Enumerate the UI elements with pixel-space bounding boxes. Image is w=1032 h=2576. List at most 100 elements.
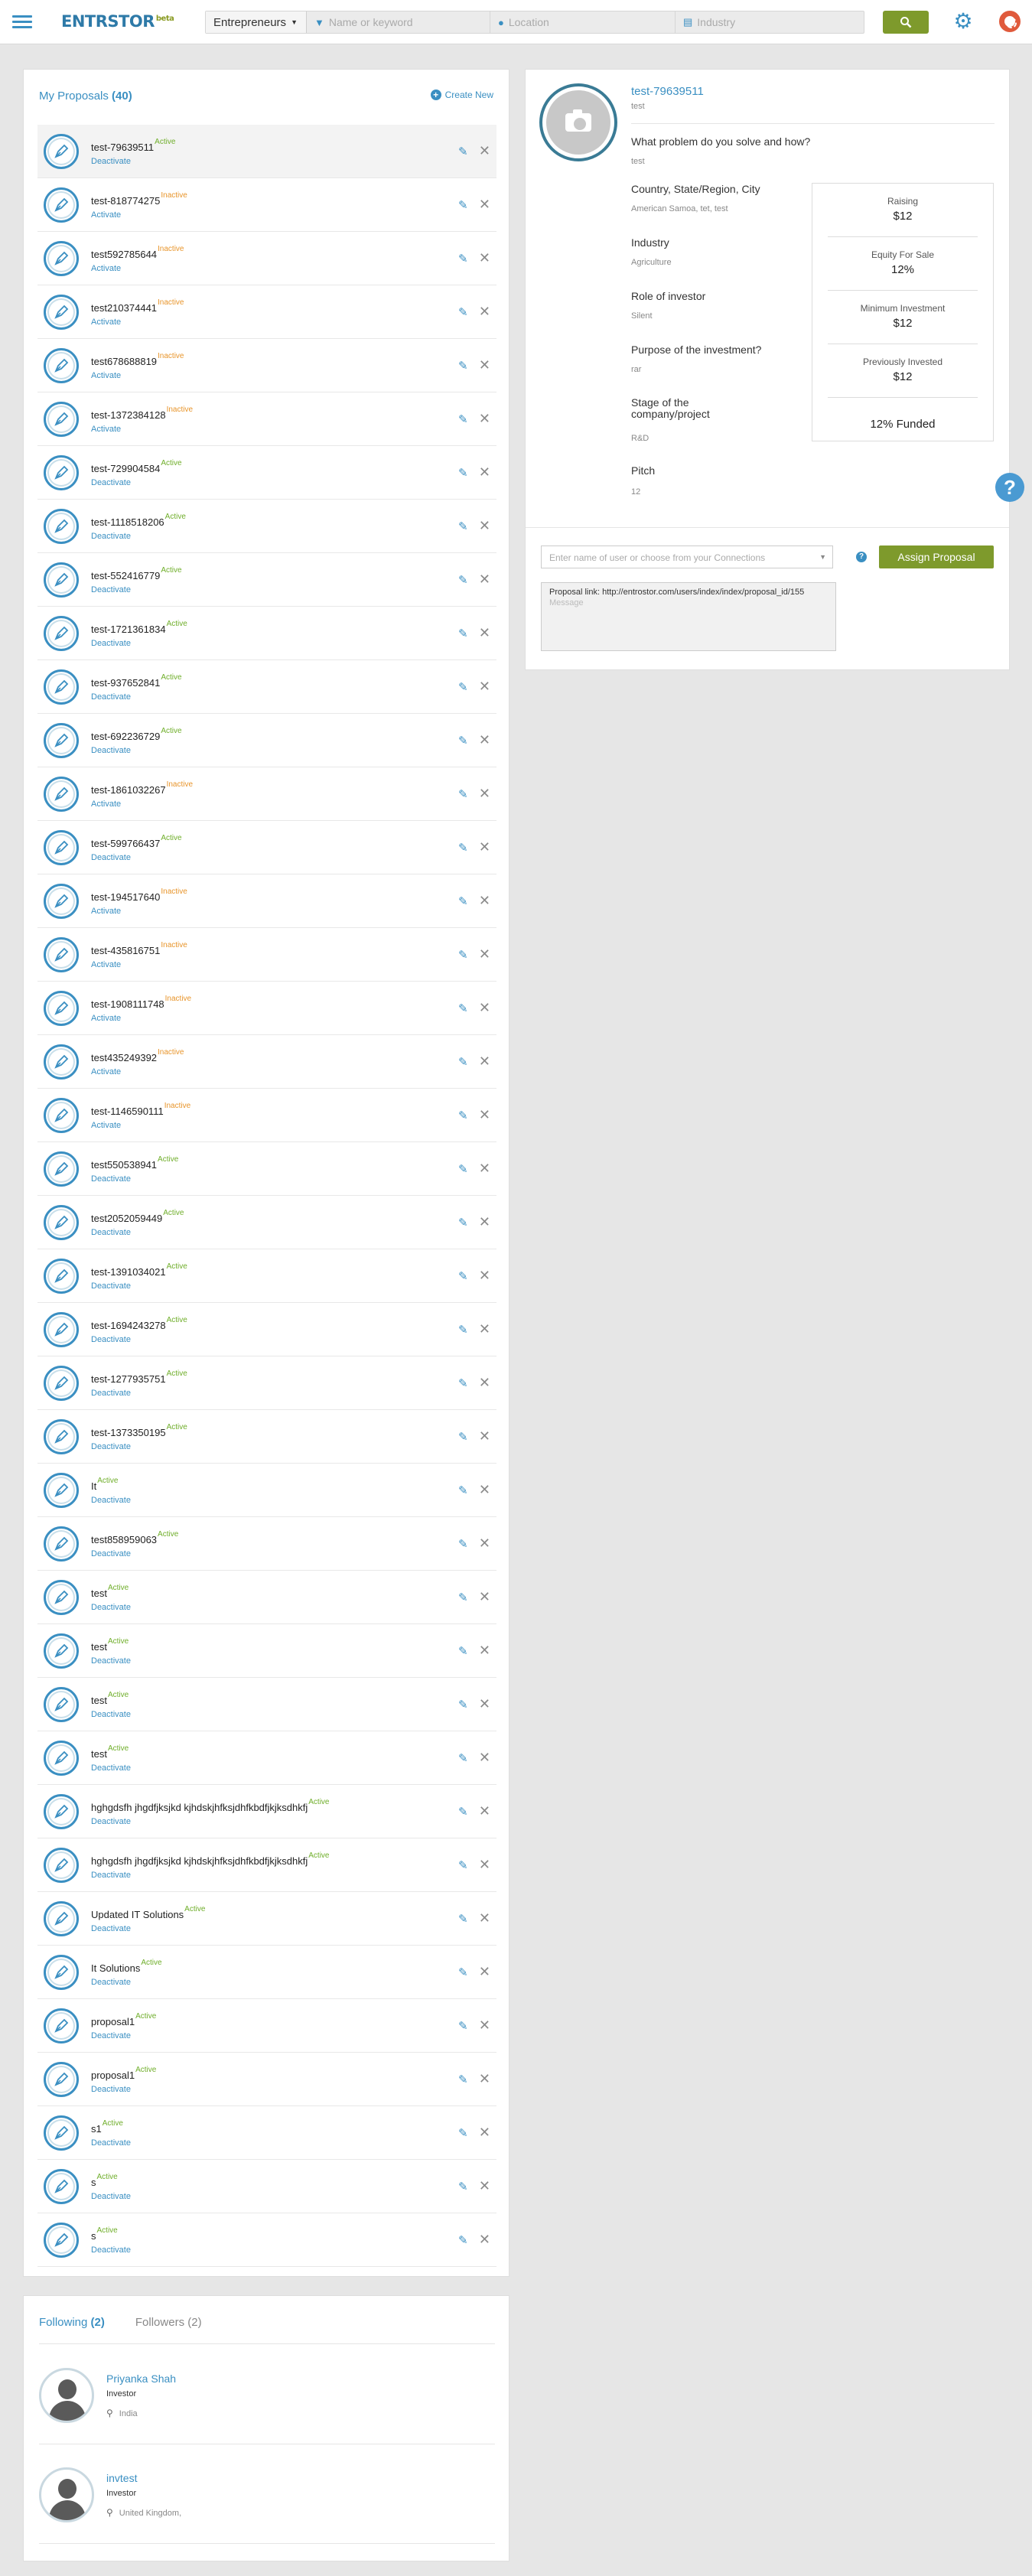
edit-icon[interactable]: ✎ bbox=[458, 1483, 470, 1497]
edit-icon[interactable]: ✎ bbox=[458, 1162, 470, 1176]
proposal-name[interactable]: test210374441Inactive bbox=[91, 298, 184, 314]
avatar[interactable] bbox=[39, 2467, 94, 2522]
toggle-status-link[interactable]: Activate bbox=[91, 210, 121, 220]
close-icon[interactable]: ✕ bbox=[479, 1910, 490, 1926]
follow-name[interactable]: invtest bbox=[106, 2472, 137, 2484]
proposal-row[interactable]: test-1277935751Active Deactivate ✎ ✕ bbox=[37, 1356, 496, 1410]
proposal-row[interactable]: testActive Deactivate ✎ ✕ bbox=[37, 1624, 496, 1678]
proposal-name[interactable]: test-1118518206Active bbox=[91, 513, 186, 528]
toggle-status-link[interactable]: Deactivate bbox=[91, 157, 131, 166]
toggle-status-link[interactable]: Deactivate bbox=[91, 2245, 131, 2255]
toggle-status-link[interactable]: Activate bbox=[91, 318, 121, 327]
toggle-status-link[interactable]: Activate bbox=[91, 1014, 121, 1023]
proposal-name[interactable]: hghgdsfh jhgdfjksjkd kjhdskjhfksjdhfkbdf… bbox=[91, 1798, 330, 1813]
keyword-input[interactable]: ▼ Name or keyword bbox=[307, 11, 490, 33]
close-icon[interactable]: ✕ bbox=[479, 1750, 490, 1766]
toggle-status-link[interactable]: Deactivate bbox=[91, 1549, 131, 1558]
proposal-row[interactable]: test-1861032267Inactive Activate ✎ ✕ bbox=[37, 767, 496, 821]
proposal-row[interactable]: testActive Deactivate ✎ ✕ bbox=[37, 1678, 496, 1731]
edit-icon[interactable]: ✎ bbox=[458, 145, 470, 158]
toggle-status-link[interactable]: Deactivate bbox=[91, 746, 131, 755]
toggle-status-link[interactable]: Deactivate bbox=[91, 1924, 131, 1933]
edit-icon[interactable]: ✎ bbox=[458, 1323, 470, 1337]
proposal-name[interactable]: testActive bbox=[91, 1691, 129, 1706]
close-icon[interactable]: ✕ bbox=[479, 732, 490, 748]
menu-icon[interactable] bbox=[12, 15, 32, 29]
edit-icon[interactable]: ✎ bbox=[458, 305, 470, 319]
close-icon[interactable]: ✕ bbox=[479, 1643, 490, 1659]
edit-icon[interactable]: ✎ bbox=[458, 359, 470, 373]
proposal-name[interactable]: Updated IT SolutionsActive bbox=[91, 1905, 205, 1920]
close-icon[interactable]: ✕ bbox=[479, 2178, 490, 2194]
close-icon[interactable]: ✕ bbox=[479, 786, 490, 802]
toggle-status-link[interactable]: Deactivate bbox=[91, 1656, 131, 1666]
proposal-row[interactable]: Updated IT SolutionsActive Deactivate ✎ ✕ bbox=[37, 1892, 496, 1946]
help-lifering-icon[interactable] bbox=[999, 11, 1021, 32]
proposal-row[interactable]: It SolutionsActive Deactivate ✎ ✕ bbox=[37, 1946, 496, 1999]
toggle-status-link[interactable]: Activate bbox=[91, 1067, 121, 1076]
search-button[interactable] bbox=[883, 11, 929, 34]
proposal-name[interactable]: test592785644Inactive bbox=[91, 245, 184, 260]
proposal-name[interactable]: test-1721361834Active bbox=[91, 620, 187, 635]
close-icon[interactable]: ✕ bbox=[479, 572, 490, 588]
edit-icon[interactable]: ✎ bbox=[458, 1751, 470, 1765]
proposal-name[interactable]: s1Active bbox=[91, 2119, 123, 2135]
toggle-status-link[interactable]: Deactivate bbox=[91, 1763, 131, 1773]
proposal-row[interactable]: hghgdsfh jhgdfjksjkd kjhdskjhfksjdhfkbdf… bbox=[37, 1785, 496, 1838]
toggle-status-link[interactable]: Deactivate bbox=[91, 478, 131, 487]
toggle-status-link[interactable]: Deactivate bbox=[91, 1281, 131, 1291]
edit-icon[interactable]: ✎ bbox=[458, 734, 470, 747]
proposal-row[interactable]: test-1908111748Inactive Activate ✎ ✕ bbox=[37, 982, 496, 1035]
proposal-title[interactable]: test-79639511 bbox=[631, 85, 704, 98]
proposal-row[interactable]: test2052059449Active Deactivate ✎ ✕ bbox=[37, 1196, 496, 1249]
proposal-name[interactable]: test-1277935751Active bbox=[91, 1369, 187, 1385]
close-icon[interactable]: ✕ bbox=[479, 411, 490, 427]
edit-icon[interactable]: ✎ bbox=[458, 198, 470, 212]
proposal-name[interactable]: test-1391034021Active bbox=[91, 1262, 187, 1278]
edit-icon[interactable]: ✎ bbox=[458, 948, 470, 962]
edit-icon[interactable]: ✎ bbox=[458, 1805, 470, 1819]
proposal-name[interactable]: ItActive bbox=[91, 1477, 118, 1492]
proposal-row[interactable]: test-435816751Inactive Activate ✎ ✕ bbox=[37, 928, 496, 982]
proposal-row[interactable]: test-79639511Active Deactivate ✎ ✕ bbox=[37, 125, 496, 178]
toggle-status-link[interactable]: Deactivate bbox=[91, 1496, 131, 1505]
proposal-name[interactable]: proposal1Active bbox=[91, 2066, 156, 2081]
proposal-row[interactable]: test-599766437Active Deactivate ✎ ✕ bbox=[37, 821, 496, 874]
toggle-status-link[interactable]: Deactivate bbox=[91, 639, 131, 648]
proposal-name[interactable]: sActive bbox=[91, 2173, 118, 2188]
edit-icon[interactable]: ✎ bbox=[458, 2073, 470, 2086]
close-icon[interactable]: ✕ bbox=[479, 2017, 490, 2034]
close-icon[interactable]: ✕ bbox=[479, 1000, 490, 1016]
close-icon[interactable]: ✕ bbox=[479, 679, 490, 695]
toggle-status-link[interactable]: Deactivate bbox=[91, 2138, 131, 2148]
proposal-name[interactable]: testActive bbox=[91, 1584, 129, 1599]
close-icon[interactable]: ✕ bbox=[479, 143, 490, 159]
toggle-status-link[interactable]: Deactivate bbox=[91, 692, 131, 702]
toggle-status-link[interactable]: Deactivate bbox=[91, 1710, 131, 1719]
proposal-row[interactable]: test-1118518206Active Deactivate ✎ ✕ bbox=[37, 500, 496, 553]
proposal-row[interactable]: test-552416779Active Deactivate ✎ ✕ bbox=[37, 553, 496, 607]
toggle-status-link[interactable]: Deactivate bbox=[91, 1603, 131, 1612]
edit-icon[interactable]: ✎ bbox=[458, 1537, 470, 1551]
edit-icon[interactable]: ✎ bbox=[458, 252, 470, 265]
toggle-status-link[interactable]: Activate bbox=[91, 960, 121, 969]
edit-icon[interactable]: ✎ bbox=[458, 1109, 470, 1122]
proposal-name[interactable]: test-552416779Active bbox=[91, 566, 182, 581]
edit-icon[interactable]: ✎ bbox=[458, 2126, 470, 2140]
close-icon[interactable]: ✕ bbox=[479, 1214, 490, 1230]
edit-icon[interactable]: ✎ bbox=[458, 1376, 470, 1390]
proposal-name[interactable]: test435249392Inactive bbox=[91, 1048, 184, 1063]
industry-input[interactable]: ▤ Industry bbox=[676, 11, 864, 33]
close-icon[interactable]: ✕ bbox=[479, 1964, 490, 1980]
toggle-status-link[interactable]: Deactivate bbox=[91, 1174, 131, 1184]
close-icon[interactable]: ✕ bbox=[479, 518, 490, 534]
toggle-status-link[interactable]: Deactivate bbox=[91, 1978, 131, 1987]
close-icon[interactable]: ✕ bbox=[479, 250, 490, 266]
close-icon[interactable]: ✕ bbox=[479, 893, 490, 909]
proposal-row[interactable]: proposal1Active Deactivate ✎ ✕ bbox=[37, 2053, 496, 2106]
help-icon[interactable]: ? bbox=[856, 552, 867, 562]
proposal-row[interactable]: test-1391034021Active Deactivate ✎ ✕ bbox=[37, 1249, 496, 1303]
proposal-name[interactable]: hghgdsfh jhgdfjksjkd kjhdskjhfksjdhfkbdf… bbox=[91, 1851, 330, 1867]
toggle-status-link[interactable]: Activate bbox=[91, 1121, 121, 1130]
edit-icon[interactable]: ✎ bbox=[458, 412, 470, 426]
